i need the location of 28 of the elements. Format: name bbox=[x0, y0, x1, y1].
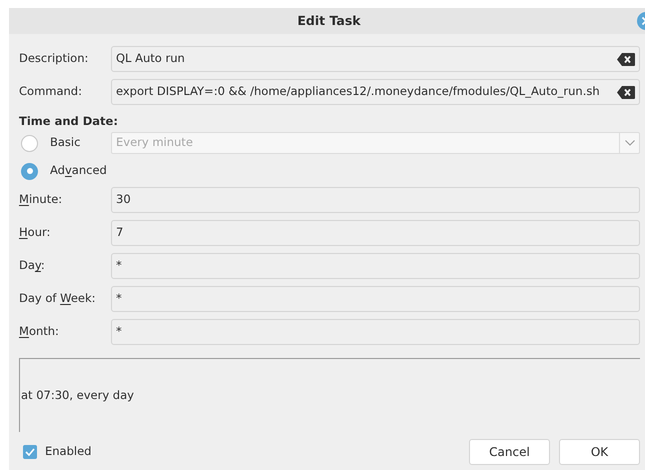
field-label: Month: bbox=[19, 324, 59, 338]
field-label: Day: bbox=[19, 258, 45, 272]
chevron-down-icon bbox=[624, 140, 634, 146]
text-field[interactable]: 7 bbox=[111, 220, 640, 246]
checkbox-label: Enabled bbox=[45, 443, 92, 460]
field-label: Minute: bbox=[19, 192, 62, 206]
clear-icon[interactable] bbox=[617, 52, 635, 66]
field-label: Description: bbox=[19, 50, 90, 68]
clear-icon[interactable] bbox=[617, 86, 635, 98]
dialog-button[interactable]: Cancel bbox=[469, 439, 550, 465]
section-title: Time and Date: bbox=[19, 113, 119, 130]
radio-button[interactable] bbox=[21, 134, 38, 152]
summary-text: at 07:30, every day bbox=[20, 386, 134, 404]
field-label: Hour: bbox=[19, 225, 50, 240]
dialog-button[interactable]: OK bbox=[559, 439, 640, 465]
text-field[interactable]: * bbox=[111, 253, 640, 279]
field-label: Command: bbox=[19, 83, 83, 100]
radio-label: Advanced bbox=[50, 162, 107, 180]
text-field[interactable]: export DISPLAY=:0 && /home/appliances12/.moneydance/fmodules/QL_Auto_run.sh bbox=[111, 79, 640, 105]
radio-button[interactable] bbox=[21, 162, 38, 180]
checkbox[interactable] bbox=[23, 445, 37, 459]
text-field[interactable]: 30 bbox=[111, 187, 640, 213]
text-field[interactable]: QL Auto run bbox=[111, 46, 640, 72]
radio-label: Basic bbox=[50, 134, 80, 152]
field-label: Day of Week: bbox=[19, 291, 96, 306]
window-title: Edit Task bbox=[297, 12, 361, 30]
text-field[interactable]: * bbox=[111, 319, 640, 345]
text-field[interactable]: * bbox=[111, 286, 640, 312]
